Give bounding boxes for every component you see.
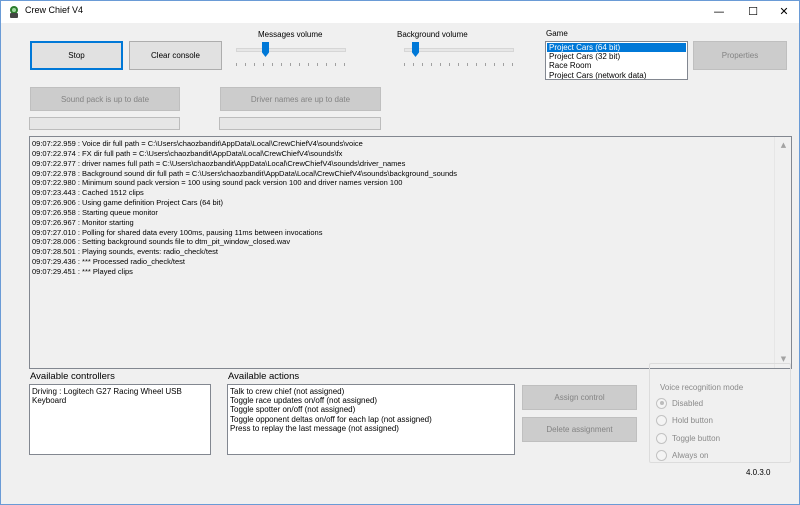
window-title: Crew Chief V4 [25, 5, 84, 15]
game-option[interactable]: Race Room [547, 61, 687, 70]
controllers-listbox[interactable]: Driving : Logitech G27 Racing Wheel USB K… [29, 384, 211, 455]
properties-button[interactable]: Properties [693, 41, 787, 70]
maximize-button[interactable]: ☐ [736, 1, 770, 23]
available-actions-label: Available actions [228, 371, 300, 382]
radio-button[interactable] [656, 449, 667, 461]
console-scrollbar[interactable]: ▲ ▼ [774, 137, 791, 368]
controller-item[interactable]: Driving : Logitech G27 Racing Wheel USB [30, 387, 210, 396]
action-item[interactable]: Press to replay the last message (not as… [228, 424, 514, 433]
console-line: 09:07:22.977 : driver names full path = … [32, 158, 406, 168]
console-line: 09:07:22.980 : Minimum sound pack versio… [32, 178, 403, 188]
slider-track [404, 48, 514, 52]
voice-recognition-label: Voice recognition mode [658, 383, 746, 392]
action-item[interactable]: Talk to crew chief (not assigned) [228, 387, 514, 396]
background-volume-slider[interactable] [404, 42, 514, 70]
console-line: 09:07:22.974 : FX dir full path = C:\Use… [32, 148, 343, 158]
console-line: 09:07:26.906 : Using game definition Pro… [32, 198, 223, 208]
game-option[interactable]: Project Cars (network data) [547, 71, 687, 79]
crew-chief-app-icon [10, 6, 18, 18]
radio-label: Always on [672, 450, 709, 460]
radio-label: Disabled [672, 398, 704, 408]
sound-pack-progress [29, 117, 180, 130]
delete-assignment-button[interactable]: Delete assignment [522, 417, 637, 442]
actions-listbox[interactable]: Talk to crew chief (not assigned) Toggle … [227, 384, 515, 455]
console-line: 09:07:29.436 : *** Processed radio_check… [32, 257, 186, 267]
stop-button[interactable]: Stop [30, 41, 123, 70]
radio-button[interactable] [656, 432, 667, 444]
console-line: 09:07:26.967 : Monitor starting [32, 217, 134, 227]
slider-track [236, 48, 346, 52]
game-option[interactable]: Project Cars (64 bit) [547, 43, 686, 53]
controller-item[interactable]: Keyboard [30, 396, 210, 405]
console-line: 09:07:28.006 : Setting background sounds… [32, 237, 291, 247]
game-listbox[interactable]: Project Cars (64 bit) Project Cars (32 bi… [545, 41, 688, 80]
console-line: 09:07:27.010 : Polling for shared data e… [32, 227, 323, 237]
game-option[interactable]: Project Cars (32 bit) [547, 52, 687, 61]
minimize-button[interactable]: — [702, 1, 736, 23]
voice-mode-option[interactable]: Toggle button [656, 432, 720, 444]
console-line: 09:07:22.978 : Background sound dir full… [32, 168, 458, 178]
radio-label: Toggle button [672, 433, 721, 443]
messages-volume-label: Messages volume [258, 30, 323, 39]
console-line: 09:07:29.451 : *** Played clips [32, 266, 133, 276]
clear-console-button[interactable]: Clear console [129, 41, 222, 70]
title-bar: Crew Chief V4 — ☐ ✕ [0, 0, 800, 23]
sound-pack-button[interactable]: Sound pack is up to date [30, 87, 180, 111]
radio-button[interactable] [656, 397, 667, 409]
console-line: 09:07:22.959 : Voice dir full path = C:\… [32, 139, 363, 148]
slider-ticks [236, 63, 346, 66]
voice-mode-option[interactable]: Disabled [656, 397, 703, 409]
voice-mode-option[interactable]: Always on [656, 449, 708, 461]
driver-names-button[interactable]: Driver names are up to date [220, 87, 381, 111]
version-label: 4.0.3.0 [746, 468, 771, 477]
background-volume-label: Background volume [397, 30, 468, 39]
voice-recognition-group [649, 363, 791, 463]
driver-names-progress [219, 117, 381, 130]
action-item[interactable]: Toggle spotter on/off (not assigned) [228, 405, 514, 414]
voice-mode-option[interactable]: Hold button [656, 414, 713, 426]
action-item[interactable]: Toggle race updates on/off (not assigned… [228, 396, 514, 405]
slider-ticks [404, 63, 514, 66]
assign-control-button[interactable]: Assign control [522, 385, 637, 410]
radio-label: Hold button [672, 415, 713, 425]
action-item[interactable]: Toggle opponent deltas on/off for each l… [228, 415, 514, 424]
console-output[interactable]: 09:07:22.959 : Voice dir full path = C:\… [29, 136, 792, 369]
slider-thumb[interactable] [412, 42, 419, 57]
console-line: 09:07:23.443 : Cached 1512 clips [32, 188, 144, 198]
messages-volume-slider[interactable] [236, 42, 346, 70]
scroll-up-icon[interactable]: ▲ [775, 137, 792, 154]
console-line: 09:07:26.958 : Starting queue monitor [32, 207, 158, 217]
radio-button[interactable] [656, 414, 667, 426]
console-lines: 09:07:22.959 : Voice dir full path = C:\… [32, 139, 773, 277]
game-label: Game [546, 29, 568, 38]
console-line: 09:07:28.501 : Playing sounds, events: r… [32, 247, 218, 257]
available-controllers-label: Available controllers [30, 371, 115, 382]
close-button[interactable]: ✕ [767, 1, 800, 23]
slider-thumb[interactable] [262, 42, 269, 57]
